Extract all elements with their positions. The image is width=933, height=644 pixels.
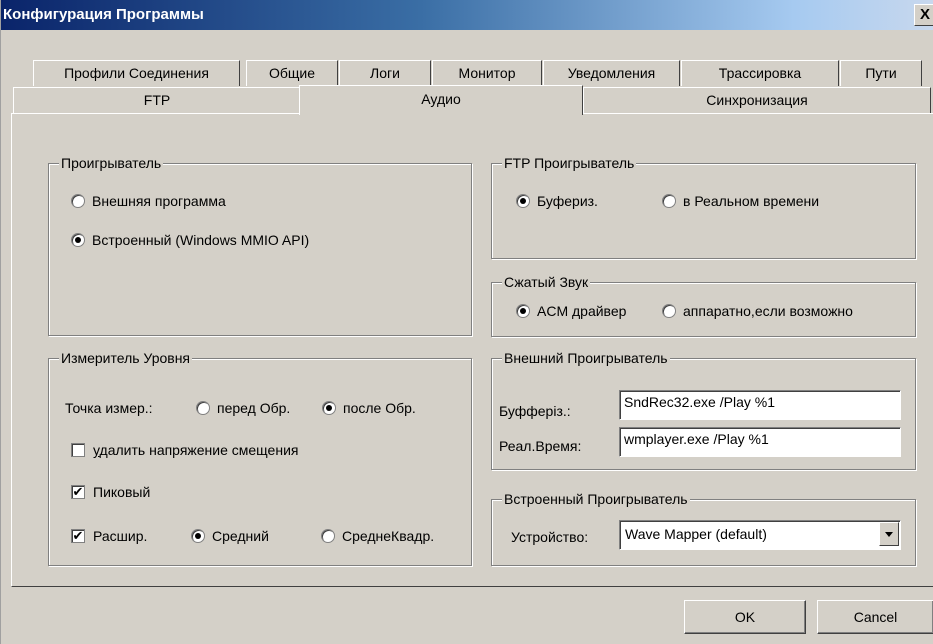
- device-select[interactable]: Wave Mapper (default): [619, 520, 901, 550]
- tab-paths[interactable]: Пути: [840, 60, 922, 86]
- acm-driver-label: ACM драйвер: [537, 303, 627, 319]
- hardware-radio[interactable]: аппаратно,если возможно: [662, 303, 853, 319]
- before-processing-label: перед Обр.: [217, 400, 291, 416]
- after-processing-radio[interactable]: после Обр.: [322, 400, 416, 416]
- tab-connection-profiles[interactable]: Профили Соединения: [33, 60, 240, 86]
- player-group-legend: Проигрыватель: [59, 154, 164, 172]
- remove-offset-label: удалить напряжение смещения: [93, 442, 299, 458]
- player-external-label: Внешняя программа: [92, 193, 226, 209]
- device-label: Устройство:: [511, 529, 589, 545]
- checkbox-icon: [71, 443, 85, 457]
- chevron-down-icon[interactable]: [879, 522, 899, 546]
- cancel-button[interactable]: Cancel: [817, 600, 933, 634]
- radio-icon: [662, 304, 676, 318]
- player-external-radio[interactable]: Внешняя программа: [71, 193, 226, 209]
- tab-audio[interactable]: Аудио: [299, 85, 583, 115]
- player-builtin-radio[interactable]: Встроенный (Windows MMIO API): [71, 232, 309, 248]
- radio-icon: [321, 529, 335, 543]
- device-select-value: Wave Mapper (default): [625, 526, 767, 542]
- tab-ftp[interactable]: FTP: [13, 87, 301, 113]
- realtime-label: Реал.Время:: [499, 438, 582, 454]
- ftp-realtime-radio[interactable]: в Реальном времени: [662, 193, 819, 209]
- measure-point-label: Точка измер.:: [65, 400, 153, 416]
- tab-logs[interactable]: Логи: [339, 60, 431, 86]
- radio-icon: [662, 194, 676, 208]
- average-label: Средний: [212, 528, 269, 544]
- builtin-player-legend: Встроенный Проигрыватель: [502, 490, 690, 508]
- checkbox-checked-icon: ✔: [71, 484, 85, 499]
- title-bar: Конфигурация Программы X: [1, 0, 933, 30]
- hardware-label: аппаратно,если возможно: [683, 303, 853, 319]
- buffered-command-input[interactable]: SndRec32.exe /Play %1: [619, 390, 901, 420]
- radio-icon: [71, 194, 85, 208]
- remove-offset-checkbox[interactable]: удалить напряжение смещения: [71, 442, 298, 458]
- checkbox-checked-icon: ✔: [71, 528, 85, 543]
- ftp-buffered-label: Буфериз.: [537, 193, 598, 209]
- before-processing-radio[interactable]: перед Обр.: [196, 400, 290, 416]
- external-player-legend: Внешний Проигрыватель: [502, 349, 670, 367]
- after-processing-label: после Обр.: [343, 400, 416, 416]
- player-builtin-label: Встроенный (Windows MMIO API): [92, 232, 310, 248]
- ftp-player-group: FTP Проигрыватель: [491, 154, 916, 259]
- realtime-command-input[interactable]: wmplayer.exe /Play %1: [619, 427, 901, 457]
- ftp-buffered-radio[interactable]: Буфериз.: [516, 193, 598, 209]
- radio-selected-icon: [71, 233, 85, 247]
- peak-label: Пиковый: [93, 484, 151, 500]
- rms-radio[interactable]: СреднеКвадр.: [321, 528, 434, 544]
- player-group: Проигрыватель: [48, 154, 472, 336]
- extended-checkbox[interactable]: ✔ Расшир.: [71, 528, 147, 544]
- tab-notifications[interactable]: Уведомления: [543, 60, 680, 86]
- radio-selected-icon: [191, 529, 205, 543]
- window-title: Конфигурация Программы: [3, 6, 204, 23]
- rms-label: СреднеКвадр.: [342, 528, 435, 544]
- radio-selected-icon: [516, 194, 530, 208]
- level-meter-legend: Измеритель Уровня: [59, 349, 193, 367]
- compressed-sound-legend: Сжатый Звук: [502, 273, 591, 291]
- ok-button[interactable]: OK: [684, 600, 806, 634]
- buffered-label: Буфферiз.:: [499, 403, 571, 419]
- radio-selected-icon: [322, 401, 336, 415]
- ftp-player-legend: FTP Проигрыватель: [502, 154, 637, 172]
- average-radio[interactable]: Средний: [191, 528, 269, 544]
- peak-checkbox[interactable]: ✔ Пиковый: [71, 484, 150, 500]
- tab-sync[interactable]: Синхронизация: [583, 87, 931, 113]
- extended-label: Расшир.: [93, 528, 148, 544]
- radio-icon: [196, 401, 210, 415]
- tab-tracing[interactable]: Трассировка: [681, 60, 839, 86]
- tab-monitor[interactable]: Монитор: [432, 60, 542, 86]
- ftp-realtime-label: в Реальном времени: [683, 193, 820, 209]
- acm-driver-radio[interactable]: ACM драйвер: [516, 303, 626, 319]
- tab-general[interactable]: Общие: [246, 60, 338, 86]
- radio-selected-icon: [516, 304, 530, 318]
- close-button[interactable]: X: [914, 4, 933, 26]
- config-window: Конфигурация Программы X Профили Соедине…: [0, 0, 933, 644]
